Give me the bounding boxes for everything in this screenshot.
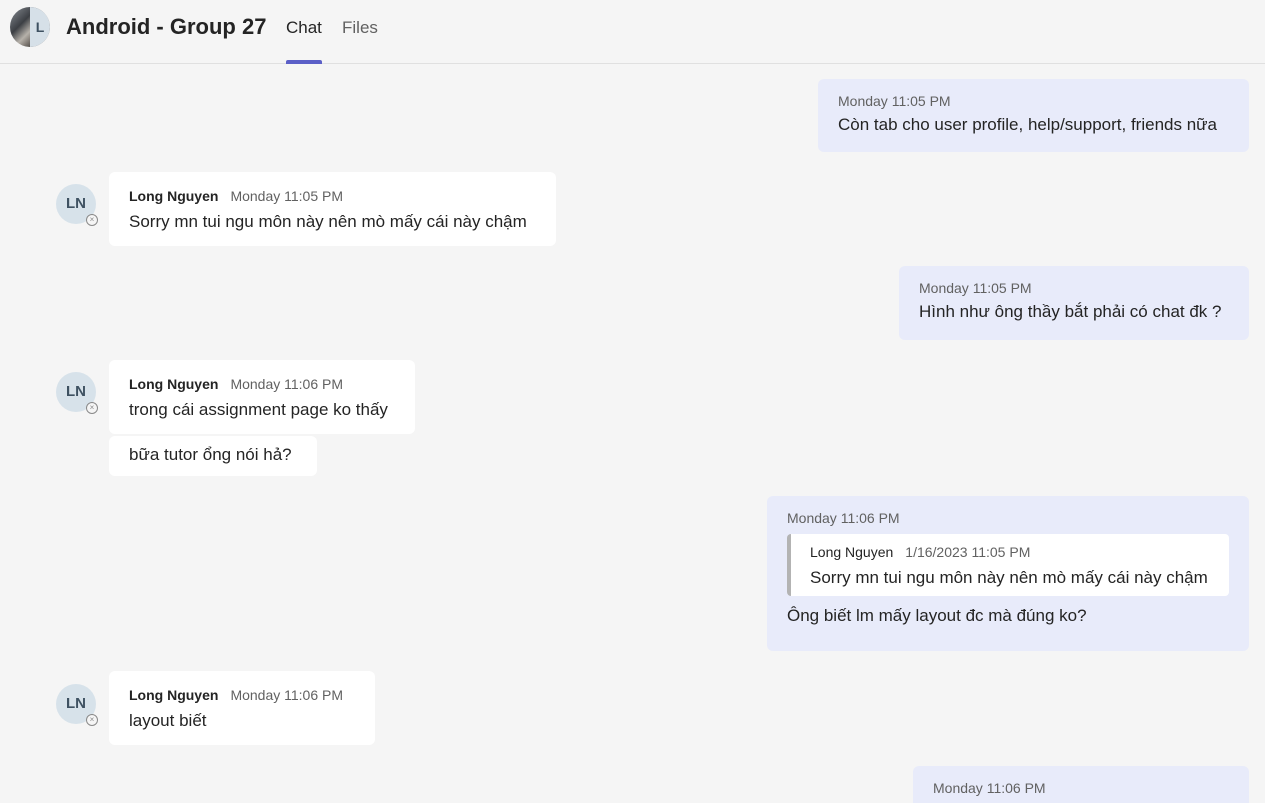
message-sender: Long Nguyen <box>129 687 219 703</box>
message-text: Còn tab cho user profile, help/support, … <box>838 115 1217 134</box>
message-bubble-mine[interactable]: Monday 11:05 PM Còn tab cho user profile… <box>818 79 1249 152</box>
message-bubble-mine[interactable]: Monday 11:06 PM <box>913 766 1249 803</box>
message-text: Sorry mn tui ngu môn này nên mò mấy cái … <box>129 212 527 231</box>
avatar-initials: LN <box>66 195 86 212</box>
active-tab-indicator <box>286 60 322 64</box>
avatar[interactable]: LN × <box>56 684 98 726</box>
message-bubble-mine[interactable]: Monday 11:05 PM Hình như ông thầy bắt ph… <box>899 266 1249 340</box>
message-text: layout biết <box>129 711 207 730</box>
group-avatar-letter: L <box>30 7 50 47</box>
message-timestamp: Monday 11:06 PM <box>230 687 344 703</box>
quoted-timestamp: 1/16/2023 11:05 PM <box>905 544 1031 560</box>
quoted-sender: Long Nguyen <box>810 544 894 560</box>
chat-header: L Android - Group 27 Chat Files <box>0 0 1265 64</box>
message-text: trong cái assignment page ko thấy <box>129 400 388 419</box>
message-bubble-other-continuation[interactable]: bữa tutor ổng nói hả? <box>109 436 317 476</box>
message-timestamp: Monday 11:05 PM <box>919 280 1032 296</box>
message-text: Hình như ông thầy bắt phải có chat đk ? <box>919 302 1222 321</box>
tab-chat[interactable]: Chat <box>286 18 322 38</box>
avatar[interactable]: LN × <box>56 184 98 226</box>
presence-offline-icon: × <box>86 402 98 414</box>
message-timestamp: Monday 11:05 PM <box>838 93 951 109</box>
message-bubble-mine[interactable]: Monday 11:06 PM Long Nguyen 1/16/2023 11:… <box>767 496 1249 651</box>
message-bubble-other[interactable]: Long Nguyen Monday 11:05 PM Sorry mn tui … <box>109 172 556 246</box>
message-timestamp: Monday 11:06 PM <box>933 780 1046 796</box>
message-text: Ông biết lm mấy layout đc mà đúng ko? <box>787 606 1087 625</box>
presence-offline-icon: × <box>86 714 98 726</box>
avatar[interactable]: LN × <box>56 372 98 414</box>
message-timestamp: Monday 11:06 PM <box>787 510 900 526</box>
message-sender: Long Nguyen <box>129 376 219 392</box>
message-bubble-other[interactable]: Long Nguyen Monday 11:06 PM layout biết <box>109 671 375 745</box>
tab-files[interactable]: Files <box>342 18 378 38</box>
chat-title[interactable]: Android - Group 27 <box>66 14 266 40</box>
quoted-text: Sorry mn tui ngu môn này nên mò mấy cái … <box>810 568 1208 587</box>
avatar-initials: LN <box>66 695 86 712</box>
quoted-message[interactable]: Long Nguyen 1/16/2023 11:05 PM Sorry mn t… <box>787 534 1229 596</box>
message-text: bữa tutor ổng nói hả? <box>129 445 292 464</box>
message-bubble-other[interactable]: Long Nguyen Monday 11:06 PM trong cái ass… <box>109 360 415 434</box>
presence-offline-icon: × <box>86 214 98 226</box>
message-timestamp: Monday 11:06 PM <box>230 376 344 392</box>
message-timestamp: Monday 11:05 PM <box>230 188 344 204</box>
message-sender: Long Nguyen <box>129 188 219 204</box>
group-avatar[interactable]: L <box>10 7 52 47</box>
avatar-initials: LN <box>66 383 86 400</box>
